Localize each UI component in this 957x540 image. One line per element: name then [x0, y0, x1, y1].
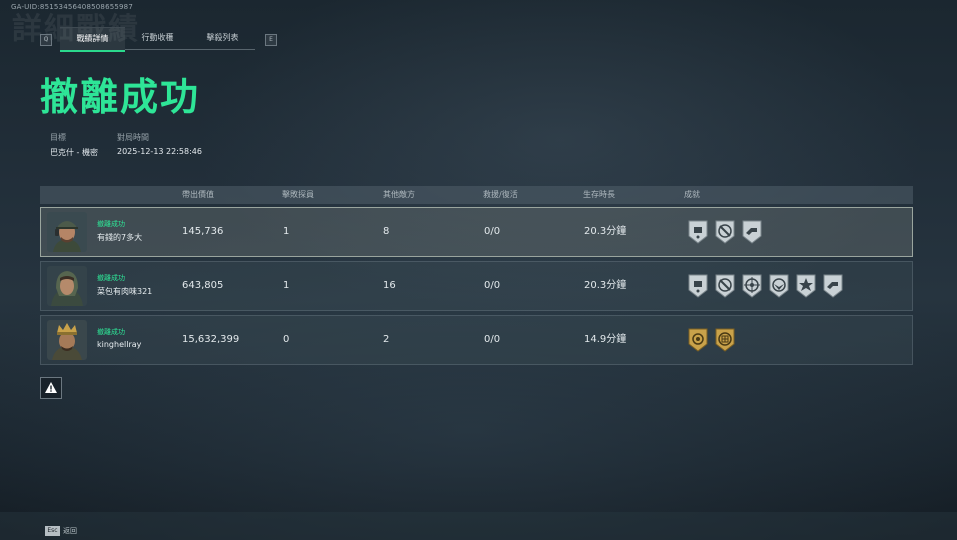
operators-defeated: 1 — [283, 280, 290, 291]
match-time-info: 對局時間 2025-12-13 22:58:46 — [117, 132, 202, 156]
survival-time: 20.3分鐘 — [584, 226, 627, 237]
wrench-badge-icon[interactable] — [714, 274, 736, 298]
target-info: 目標 巴克什 - 機密 — [50, 132, 98, 158]
operators-defeated: 1 — [283, 226, 290, 237]
avatar-hood-soldier — [47, 266, 87, 306]
col-other-enemies: 其他敵方 — [383, 190, 415, 199]
footer-bar — [0, 512, 957, 540]
rescue-revive: 0/0 — [484, 280, 501, 291]
table-row[interactable]: 撤離成功 菜包有肉味321 643,805 1 16 0/0 20.3分鐘 — [40, 261, 913, 311]
carry-value: 15,632,399 — [182, 334, 240, 345]
other-enemies: 8 — [383, 226, 390, 237]
avatar-crown-soldier — [47, 320, 87, 360]
other-enemies: 16 — [383, 280, 396, 291]
player-name: 菜包有肉味321 — [97, 287, 153, 296]
player-name: 有錢的7多大 — [97, 233, 143, 242]
col-operators-defeated: 擊敗探員 — [282, 190, 314, 199]
next-tab-key-hint[interactable]: E — [265, 34, 277, 46]
carry-value: 145,736 — [182, 226, 224, 237]
tab-bar: Q 戰績詳情 行動收穫 擊殺列表 E — [40, 27, 277, 52]
eagle-badge-icon[interactable] — [768, 274, 790, 298]
tab-operation-rewards[interactable]: 行動收穫 — [125, 27, 190, 50]
match-time-label: 對局時間 — [117, 133, 149, 142]
table-row[interactable]: 撤離成功 有錢的7多大 145,736 1 8 0/0 20.3分鐘 — [40, 207, 913, 257]
rescue-revive: 0/0 — [484, 226, 501, 237]
player-name: kinghellray — [97, 340, 142, 349]
survival-time: 14.9分鐘 — [584, 334, 627, 345]
player-status: 撤離成功 — [97, 274, 125, 282]
warning-icon — [45, 382, 57, 393]
col-rescue-revive: 救援/復活 — [483, 190, 518, 199]
hand-badge-icon[interactable] — [822, 274, 844, 298]
table-row[interactable]: 撤離成功 kinghellray 15,632,399 0 2 0/0 14.9… — [40, 315, 913, 365]
gold-sun-badge-icon[interactable] — [687, 328, 709, 352]
target-badge-icon[interactable] — [741, 274, 763, 298]
carry-value: 643,805 — [182, 280, 224, 291]
tab-kill-list[interactable]: 擊殺列表 — [190, 27, 255, 50]
hand-badge-icon[interactable] — [741, 220, 763, 244]
match-time-value: 2025-12-13 22:58:46 — [117, 147, 202, 156]
back-button[interactable]: Esc 返回 — [45, 520, 77, 536]
rescue-revive: 0/0 — [484, 334, 501, 345]
col-carry-value: 帶出價值 — [182, 190, 214, 199]
report-warning-button[interactable] — [40, 377, 62, 399]
tab-match-details[interactable]: 戰績詳情 — [60, 27, 125, 52]
esc-key-hint: Esc — [45, 525, 60, 536]
col-achievements: 成就 — [684, 190, 700, 199]
gold-grid-badge-icon[interactable] — [714, 328, 736, 352]
survival-time: 20.3分鐘 — [584, 280, 627, 291]
player-status: 撤離成功 — [97, 328, 125, 336]
target-label: 目標 — [50, 133, 66, 142]
col-survival-time: 生存時長 — [583, 190, 615, 199]
prev-tab-key-hint[interactable]: Q — [40, 34, 52, 46]
player-status: 撤離成功 — [97, 220, 125, 228]
other-enemies: 2 — [383, 334, 390, 345]
wrench-badge-icon[interactable] — [714, 220, 736, 244]
shield-badge-icon[interactable] — [687, 220, 709, 244]
shield-badge-icon[interactable] — [687, 274, 709, 298]
avatar-cap-soldier — [47, 212, 87, 252]
extraction-result-title: 撤離成功 — [40, 75, 201, 119]
back-label: 返回 — [63, 526, 77, 535]
star-badge-icon[interactable] — [795, 274, 817, 298]
target-value: 巴克什 - 機密 — [50, 148, 98, 157]
table-header: 帶出價值 擊敗探員 其他敵方 救援/復活 生存時長 成就 — [40, 186, 913, 204]
operators-defeated: 0 — [283, 334, 290, 345]
